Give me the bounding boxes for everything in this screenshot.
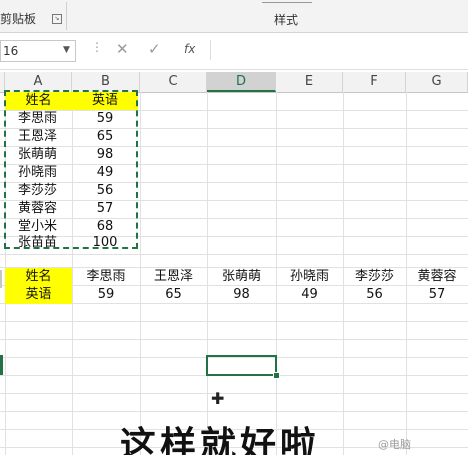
table2-score-cell[interactable]: 57: [406, 286, 468, 304]
table2-name-cell[interactable]: 王恩泽: [140, 268, 207, 286]
formula-input[interactable]: [210, 40, 468, 60]
video-subtitle: 这样就好啦: [120, 425, 321, 455]
copy-marquee-border: [4, 90, 138, 249]
table2-name-cell[interactable]: 张萌萌: [207, 268, 276, 286]
formula-bar-grip-icon: ⋮: [91, 40, 104, 54]
table2-name-cell[interactable]: 孙晓雨: [276, 268, 343, 286]
table2-score-cell[interactable]: 98: [207, 286, 276, 304]
column-header-e[interactable]: E: [276, 72, 343, 92]
enter-icon[interactable]: ✓: [148, 40, 161, 58]
column-header-f[interactable]: F: [343, 72, 406, 92]
table2-score-cell[interactable]: 59: [72, 286, 140, 304]
table2-name-cell[interactable]: 李莎莎: [343, 268, 406, 286]
row-indicator: [0, 270, 2, 288]
name-box[interactable]: 16 ▼: [0, 40, 76, 62]
chevron-down-icon[interactable]: ▼: [63, 45, 70, 55]
table2-header-name[interactable]: 姓名: [5, 268, 72, 286]
table2-score-cell[interactable]: 65: [140, 286, 207, 304]
style-gallery-edge: [262, 0, 312, 3]
clipboard-launcher-icon[interactable]: ↘: [52, 14, 62, 24]
active-row-indicator: [0, 355, 3, 375]
cancel-icon[interactable]: ✕: [116, 40, 129, 58]
clipboard-group-label: 剪贴板: [0, 12, 37, 26]
ribbon-group-divider: [66, 2, 67, 30]
table2-header-english[interactable]: 英语: [5, 286, 72, 304]
table2-name-cell[interactable]: 李思雨: [72, 268, 140, 286]
table2-score-cell[interactable]: 49: [276, 286, 343, 304]
styles-group-label: 样式: [274, 13, 299, 27]
cell-cursor-icon: ✚: [211, 389, 225, 408]
table2-score-cell[interactable]: 56: [343, 286, 406, 304]
name-box-value: 16: [3, 44, 19, 58]
fill-handle[interactable]: [273, 372, 280, 379]
column-header-d[interactable]: D: [207, 72, 276, 92]
column-header-g[interactable]: G: [406, 72, 468, 92]
column-header-a[interactable]: A: [5, 72, 72, 92]
column-header-b[interactable]: B: [72, 72, 140, 92]
watermark: @电脑: [378, 438, 411, 451]
table2-name-cell[interactable]: 黄蓉容: [406, 268, 468, 286]
insert-function-icon[interactable]: fx: [184, 42, 195, 56]
ribbon: [0, 0, 468, 33]
column-header-c[interactable]: C: [140, 72, 207, 92]
active-cell-selection[interactable]: [206, 355, 277, 376]
